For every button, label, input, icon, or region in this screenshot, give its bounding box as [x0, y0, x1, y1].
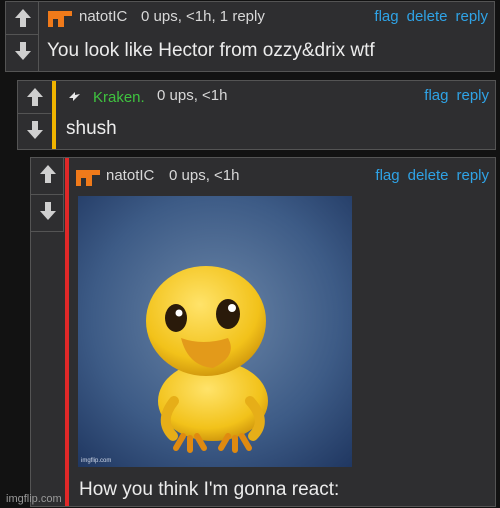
reply-link[interactable]: reply — [455, 8, 488, 25]
comment-actions: flag reply — [416, 81, 489, 111]
delete-link[interactable]: delete — [408, 167, 449, 184]
comment-text: shush — [66, 118, 117, 139]
downvote-arrow-icon[interactable] — [6, 34, 39, 67]
comment-meta: 0 ups, <1h — [157, 87, 228, 104]
comment-meta: 0 ups, <1h — [169, 167, 240, 184]
downvote-arrow-icon[interactable] — [31, 194, 64, 227]
comment-header: natotIC 0 ups, <1h flag delete reply — [31, 161, 495, 191]
comment-text: You look like Hector from ozzy&drix wtf — [47, 40, 375, 61]
username-link[interactable]: natotIC — [79, 2, 127, 32]
reply-depth-bar — [65, 158, 69, 506]
username-link[interactable]: Kraken. — [93, 83, 145, 113]
reply-link[interactable]: reply — [456, 87, 489, 104]
comment-header: Kraken. 0 ups, <1h flag reply — [18, 81, 495, 111]
flag-link[interactable]: flag — [375, 167, 399, 184]
image-caption: How you think I'm gonna react: — [79, 479, 340, 500]
user-avatar-icon[interactable] — [66, 85, 82, 115]
meme-image[interactable]: imgflip.com — [78, 196, 352, 467]
delete-link[interactable]: delete — [407, 8, 448, 25]
user-avatar-icon[interactable] — [75, 168, 101, 198]
comment-header: natotIC 0 ups, <1h, 1 reply flag delete re… — [6, 2, 494, 32]
comment-actions: flag delete reply — [366, 2, 488, 32]
user-avatar-icon[interactable] — [47, 9, 73, 39]
site-footer-watermark: imgflip.com — [6, 493, 62, 505]
comment-1: natotIC 0 ups, <1h, 1 reply flag delete re… — [5, 1, 495, 72]
comment-meta: 0 ups, <1h, 1 reply — [141, 8, 265, 25]
reply-link[interactable]: reply — [456, 167, 489, 184]
comment-actions: flag delete reply — [367, 161, 489, 191]
comment-2: Kraken. 0 ups, <1h flag reply shush — [17, 80, 496, 150]
downvote-arrow-icon[interactable] — [18, 113, 51, 146]
flag-link[interactable]: flag — [374, 8, 398, 25]
flag-link[interactable]: flag — [424, 87, 448, 104]
username-link[interactable]: natotIC — [106, 161, 154, 191]
image-watermark: imgflip.com — [81, 458, 112, 464]
